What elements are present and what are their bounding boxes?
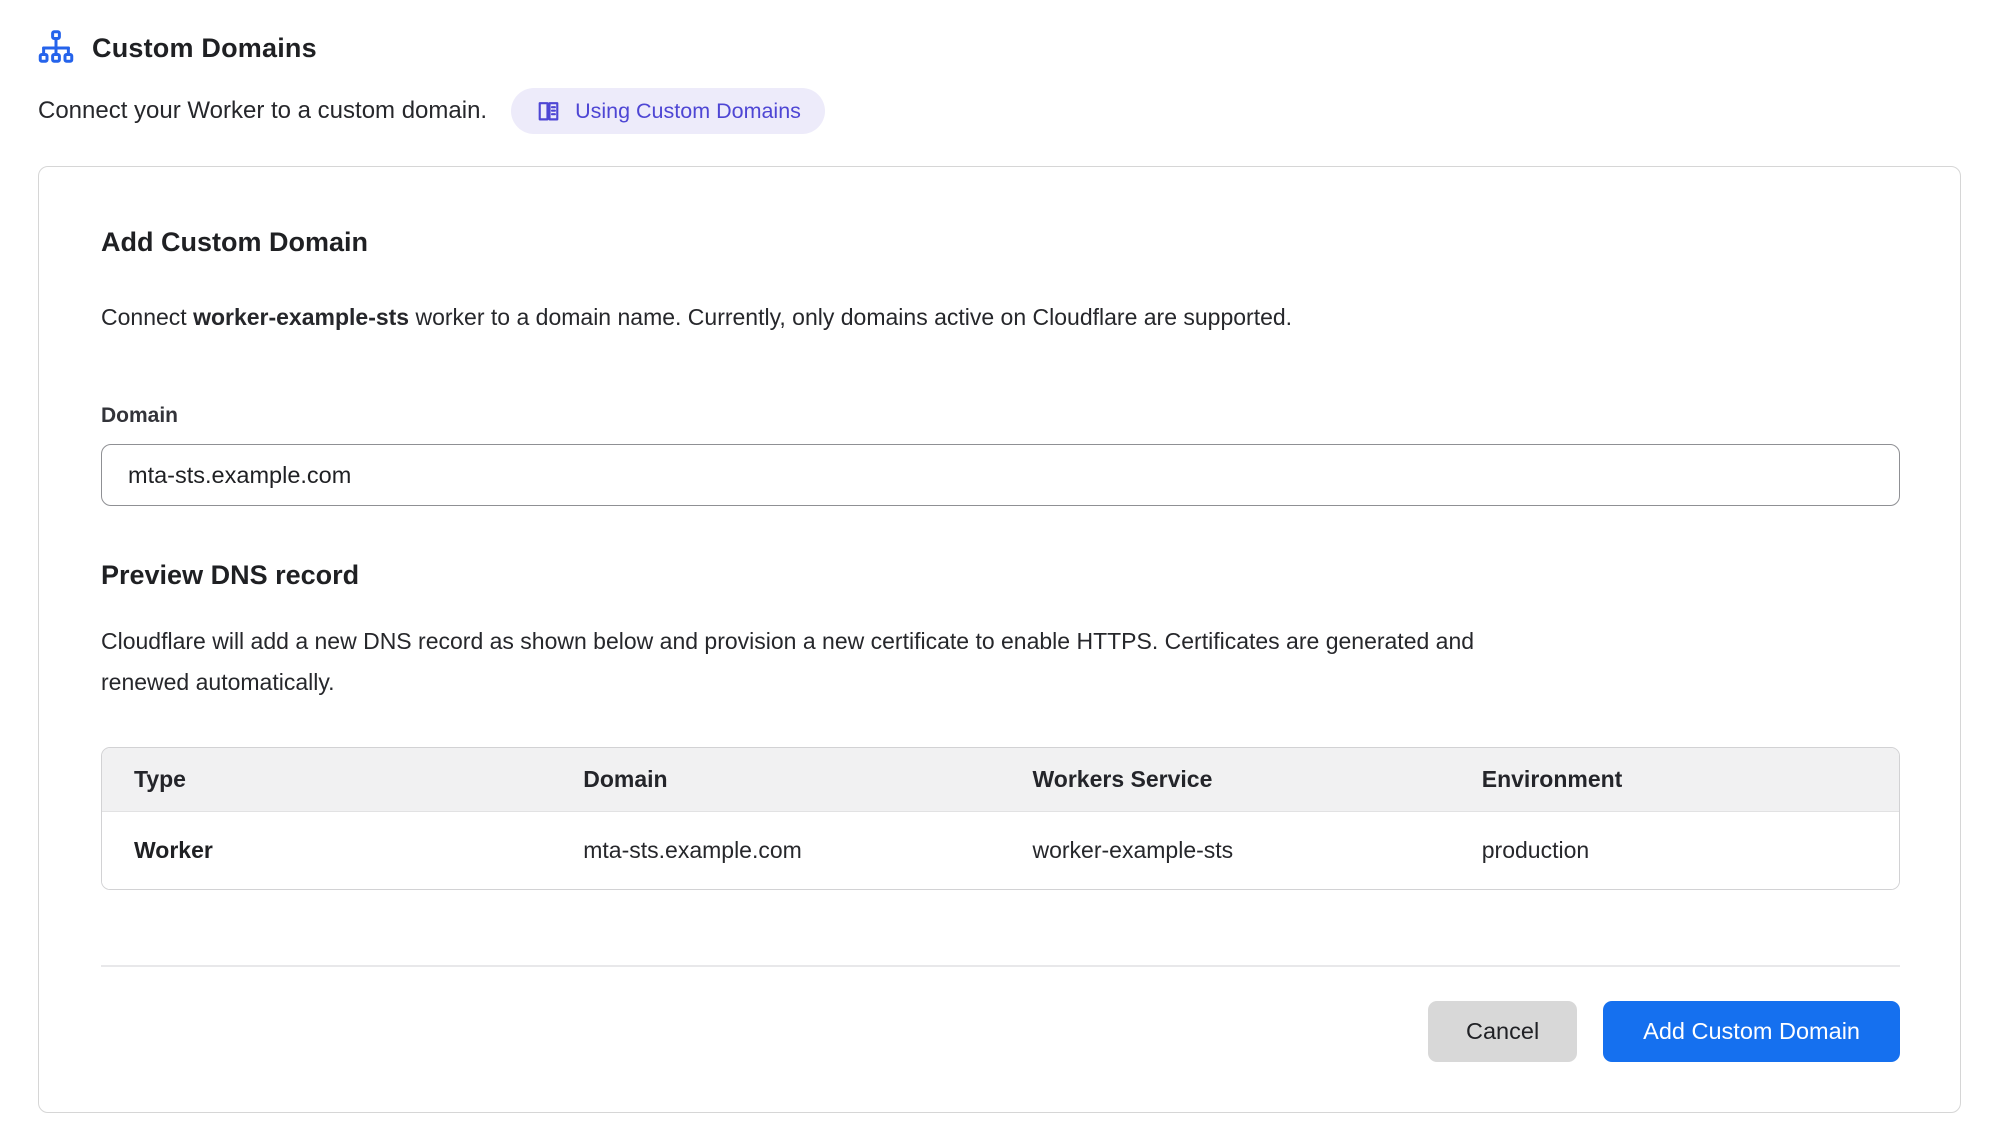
- add-custom-domain-button[interactable]: Add Custom Domain: [1603, 1001, 1900, 1062]
- domain-input[interactable]: [101, 444, 1900, 506]
- cell-domain: mta-sts.example.com: [551, 812, 1000, 890]
- column-header-environment: Environment: [1450, 748, 1899, 812]
- worker-name: worker-example-sts: [193, 304, 409, 330]
- page-header: Custom Domains: [38, 26, 1961, 70]
- cell-type: Worker: [102, 812, 551, 890]
- using-custom-domains-link[interactable]: Using Custom Domains: [511, 88, 825, 134]
- table-row: Worker mta-sts.example.com worker-exampl…: [102, 812, 1899, 890]
- add-custom-domain-card: Add Custom Domain Connect worker-example…: [38, 166, 1961, 1113]
- dialog-footer: Cancel Add Custom Domain: [101, 1001, 1900, 1062]
- subtitle-row: Connect your Worker to a custom domain. …: [38, 88, 1961, 134]
- cell-workers-service: worker-example-sts: [1001, 812, 1450, 890]
- column-header-workers-service: Workers Service: [1001, 748, 1450, 812]
- sitemap-icon: [38, 30, 74, 66]
- preview-dns-heading: Preview DNS record: [101, 560, 1900, 591]
- dialog-heading: Add Custom Domain: [101, 227, 1900, 258]
- intro-suffix: worker to a domain name. Currently, only…: [409, 304, 1292, 330]
- table-header-row: Type Domain Workers Service Environment: [102, 748, 1899, 812]
- intro-text: Connect worker-example-sts worker to a d…: [101, 302, 1900, 332]
- open-book-icon: [535, 98, 562, 125]
- footer-divider: [101, 965, 1900, 967]
- page-title: Custom Domains: [92, 33, 317, 64]
- cell-environment: production: [1450, 812, 1899, 890]
- cancel-button[interactable]: Cancel: [1428, 1001, 1577, 1062]
- custom-domains-page: Custom Domains Connect your Worker to a …: [0, 0, 1999, 1113]
- domain-field-label: Domain: [101, 404, 1900, 428]
- intro-prefix: Connect: [101, 304, 193, 330]
- dns-preview-table: Type Domain Workers Service Environment …: [101, 747, 1900, 890]
- docs-badge-label: Using Custom Domains: [575, 99, 801, 124]
- preview-dns-description: Cloudflare will add a new DNS record as …: [101, 621, 1551, 703]
- column-header-type: Type: [102, 748, 551, 812]
- page-subtitle: Connect your Worker to a custom domain.: [38, 97, 487, 125]
- column-header-domain: Domain: [551, 748, 1000, 812]
